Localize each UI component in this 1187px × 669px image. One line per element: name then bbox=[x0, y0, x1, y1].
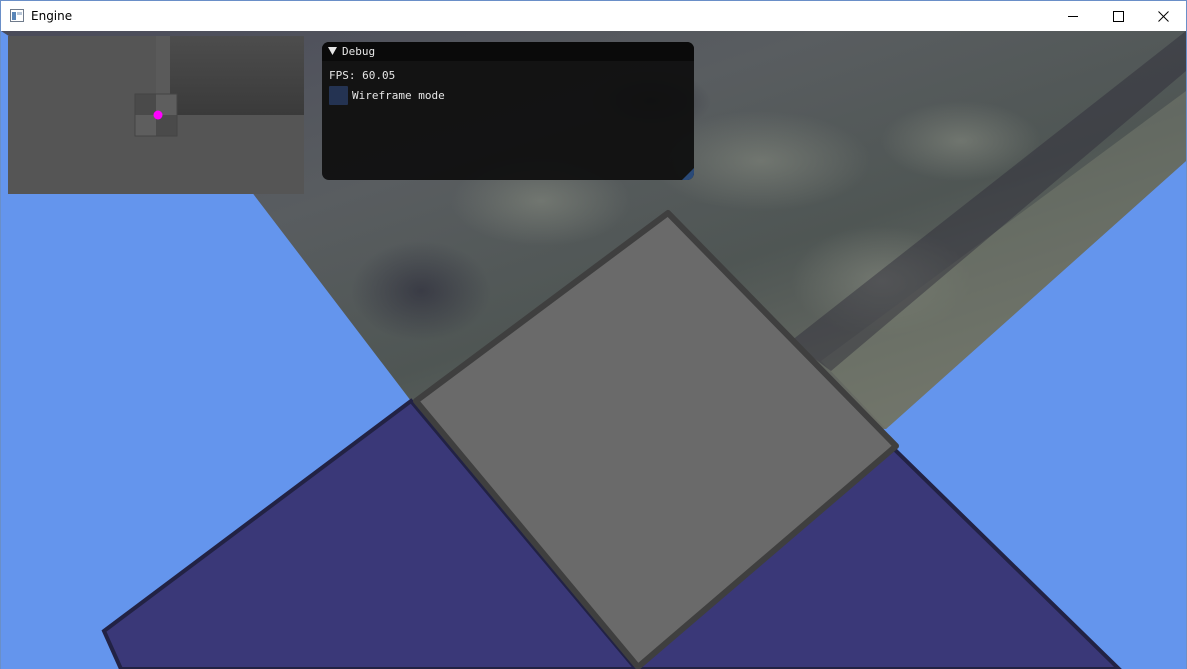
close-icon bbox=[1158, 10, 1169, 22]
close-button[interactable] bbox=[1141, 1, 1186, 31]
render-viewport[interactable]: Debug FPS: 60.05 Wireframe mode bbox=[1, 31, 1186, 669]
minimap-texture bbox=[8, 36, 304, 194]
title-bar[interactable]: Engine bbox=[1, 1, 1186, 31]
minimap-player-marker bbox=[153, 110, 163, 120]
minimize-button[interactable] bbox=[1051, 1, 1096, 31]
maximize-button[interactable] bbox=[1096, 1, 1141, 31]
minimize-icon bbox=[1068, 15, 1078, 17]
fps-readout: FPS: 60.05 bbox=[329, 69, 396, 82]
debug-panel-title: Debug bbox=[342, 45, 376, 58]
minimap-view bbox=[8, 36, 304, 194]
app-window-icon bbox=[10, 9, 24, 22]
debug-panel[interactable]: Debug FPS: 60.05 Wireframe mode bbox=[322, 42, 694, 180]
resize-grip-icon[interactable] bbox=[682, 168, 694, 180]
wireframe-label: Wireframe mode bbox=[352, 88, 445, 102]
app-window: Engine Debug FPS: 60.05 Wireframe mode bbox=[0, 0, 1187, 669]
window-title: Engine bbox=[31, 9, 73, 23]
triangle-down-icon[interactable] bbox=[328, 47, 337, 55]
wireframe-checkbox[interactable] bbox=[329, 85, 348, 105]
maximize-icon bbox=[1113, 10, 1124, 22]
wireframe-toggle-row[interactable]: Wireframe mode bbox=[329, 85, 445, 105]
debug-panel-titlebar[interactable]: Debug bbox=[322, 42, 694, 61]
